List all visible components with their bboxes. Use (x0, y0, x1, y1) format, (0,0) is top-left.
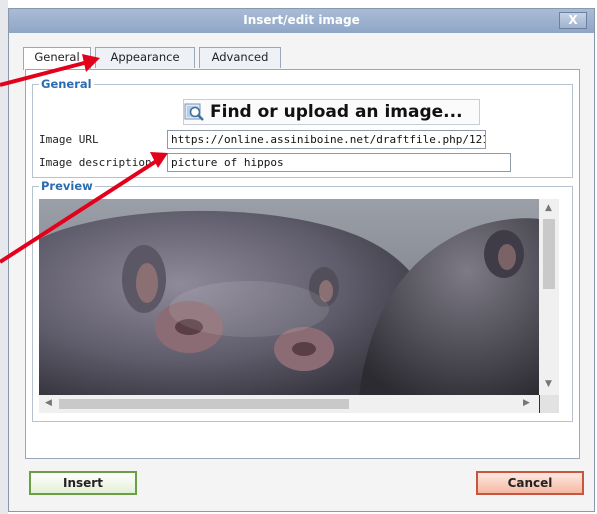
preview-fieldset: Preview ▲ ▼ ◀ ▶ (32, 179, 573, 422)
find-upload-label: Find or upload an image... (210, 102, 463, 122)
insert-button[interactable]: Insert (29, 471, 137, 495)
search-image-icon (184, 103, 204, 121)
image-description-input[interactable]: picture of hippos (167, 153, 511, 172)
tab-advanced[interactable]: Advanced (199, 47, 281, 68)
preview-vertical-scrollbar[interactable]: ▲ ▼ (539, 199, 559, 395)
dialog-titlebar[interactable]: Insert/edit image X (9, 9, 594, 33)
insert-image-dialog: Insert/edit image X General Appearance A… (8, 8, 595, 512)
scroll-right-icon[interactable]: ▶ (523, 398, 530, 408)
hippo-preview-image (39, 199, 539, 395)
image-url-label: Image URL (39, 133, 99, 146)
preview-legend: Preview (39, 179, 95, 193)
close-button[interactable]: X (559, 12, 587, 29)
tab-general[interactable]: General (23, 47, 91, 70)
scroll-down-icon[interactable]: ▼ (545, 379, 552, 389)
cancel-button[interactable]: Cancel (476, 471, 584, 495)
tab-appearance[interactable]: Appearance (95, 47, 195, 68)
image-description-label: Image description (39, 156, 152, 169)
find-upload-button[interactable]: Find or upload an image... (183, 99, 480, 125)
image-url-input[interactable]: https://online.assiniboine.net/draftfile… (167, 130, 486, 149)
page-backdrop (0, 0, 8, 514)
scroll-up-icon[interactable]: ▲ (545, 203, 552, 213)
preview-horizontal-scrollbar[interactable]: ◀ ▶ (39, 395, 539, 413)
scrollbar-corner (539, 395, 559, 413)
close-icon: X (568, 13, 578, 27)
general-tab-panel: General Find or upload an image... Image… (25, 69, 580, 459)
dialog-title: Insert/edit image (243, 13, 360, 27)
general-fieldset: General Find or upload an image... Image… (32, 77, 573, 178)
horizontal-scroll-thumb[interactable] (59, 399, 349, 409)
general-legend: General (39, 77, 94, 91)
preview-image-viewport[interactable]: ▲ ▼ ◀ ▶ (39, 199, 559, 413)
vertical-scroll-thumb[interactable] (543, 219, 555, 289)
scroll-left-icon[interactable]: ◀ (45, 398, 52, 408)
